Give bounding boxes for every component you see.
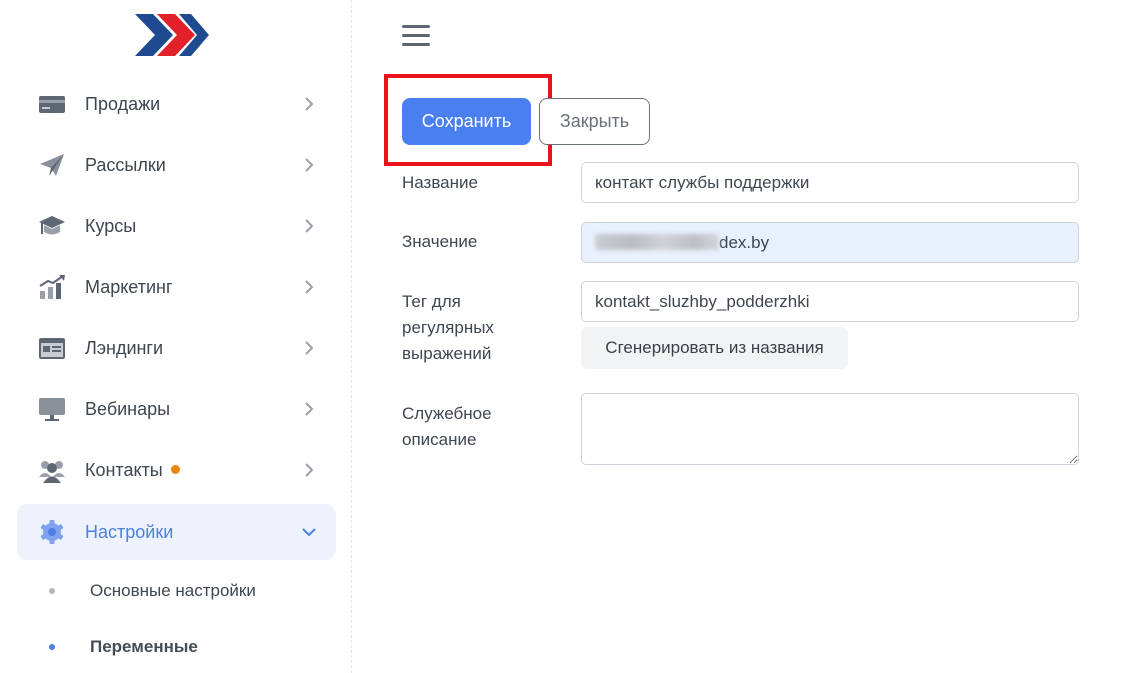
sidebar-item-mailings[interactable]: Рассылки	[17, 137, 336, 193]
chevron-right-icon	[305, 158, 314, 172]
hamburger-menu-icon[interactable]	[400, 22, 432, 50]
credit-card-icon	[39, 96, 65, 113]
chevron-right-icon	[305, 97, 314, 111]
sidebar-item-label: Курсы	[85, 216, 137, 236]
submenu-item-label: Переменные	[90, 637, 198, 656]
sidebar-item-webinars[interactable]: Вебинары	[17, 381, 336, 437]
redacted-text	[595, 233, 719, 250]
logo[interactable]	[133, 11, 211, 59]
description-label: Служебное описание	[402, 404, 492, 449]
sidebar-item-landings[interactable]: Лэндинги	[17, 320, 336, 376]
sidebar-item-label: Контакты	[85, 460, 163, 480]
submenu-item-label: Основные настройки	[90, 581, 256, 600]
bullet-icon	[49, 588, 55, 594]
chevron-right-icon	[305, 463, 314, 477]
chevron-right-icon	[305, 402, 314, 416]
gear-icon	[40, 520, 64, 544]
sidebar-item-settings[interactable]: Настройки	[17, 504, 336, 560]
paper-plane-icon	[40, 154, 64, 176]
bullet-icon	[49, 644, 55, 650]
users-icon	[39, 461, 65, 483]
sidebar-item-label: Вебинары	[85, 399, 171, 419]
submenu-item-general-settings[interactable]: Основные настройки	[0, 571, 336, 611]
sidebar-item-contacts[interactable]: Контакты	[17, 442, 336, 498]
close-button[interactable]: Закрыть	[539, 98, 650, 145]
tag-input[interactable]	[581, 281, 1079, 322]
description-textarea[interactable]	[581, 393, 1079, 465]
sidebar-item-label-wrap: Контакты	[85, 460, 180, 480]
tag-label: Тег для регулярных выражений	[402, 292, 494, 363]
value-visible-text: dex.by	[719, 233, 770, 252]
notification-dot	[170, 464, 180, 474]
submenu-item-variables[interactable]: Переменные	[0, 627, 336, 667]
chevron-down-icon	[302, 528, 316, 537]
sidebar-item-label: Продажи	[85, 94, 161, 114]
sidebar-item-courses[interactable]: Курсы	[17, 198, 336, 254]
monitor-icon	[39, 398, 65, 421]
name-input[interactable]	[581, 162, 1079, 203]
generate-from-name-button[interactable]: Сгенерировать из названия	[581, 327, 848, 369]
save-button[interactable]: Сохранить	[402, 98, 531, 145]
chart-growth-icon	[39, 275, 65, 299]
chevron-right-icon	[305, 219, 314, 233]
chevron-right-icon	[305, 280, 314, 294]
graduation-cap-icon	[39, 216, 65, 235]
sidebar-item-label: Настройки	[85, 522, 174, 542]
name-label: Название	[402, 173, 478, 192]
landing-page-icon	[39, 338, 65, 359]
value-label: Значение	[402, 232, 478, 251]
chevron-right-icon	[305, 341, 314, 355]
sidebar-item-sales[interactable]: Продажи	[17, 76, 336, 132]
sidebar: Продажи Рассылки Курсы Маркетинг Лэндинг…	[0, 0, 352, 673]
value-input[interactable]: dex.by	[581, 222, 1079, 263]
sidebar-item-label: Рассылки	[85, 155, 166, 175]
sidebar-item-label: Маркетинг	[85, 277, 173, 297]
sidebar-item-label: Лэндинги	[85, 338, 164, 358]
sidebar-item-marketing[interactable]: Маркетинг	[17, 259, 336, 315]
